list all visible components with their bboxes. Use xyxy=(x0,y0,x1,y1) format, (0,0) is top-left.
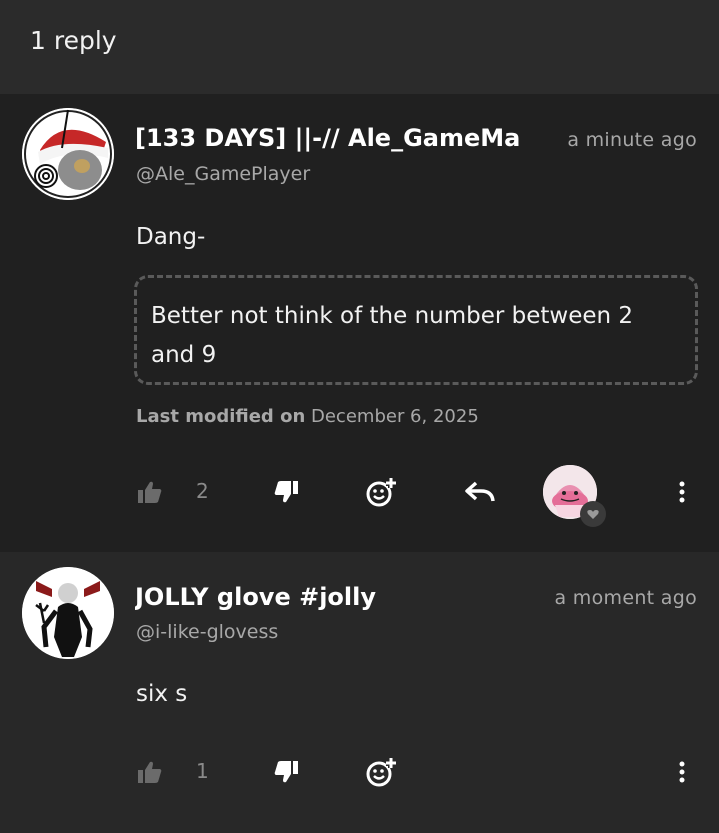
last-modified-label: Last modified on xyxy=(136,406,306,427)
comment-2: JOLLY glove #jolly a moment ago @i-like-… xyxy=(0,552,719,833)
avatar-image xyxy=(22,567,114,659)
comment-text: six s xyxy=(136,681,188,707)
author-name[interactable]: [133 DAYS] ||-// Ale_GameMa xyxy=(135,124,535,152)
like-count: 2 xyxy=(196,479,209,503)
last-modified-date: December 6, 2025 xyxy=(311,406,479,427)
quoted-text: Better not think of the number between 2… xyxy=(134,275,698,385)
replies-count-title: 1 reply xyxy=(30,26,117,55)
author-handle[interactable]: @Ale_GamePlayer xyxy=(136,163,310,185)
thumbs-up-icon[interactable] xyxy=(136,747,164,797)
comment-actions: 1 xyxy=(0,747,719,797)
timestamp[interactable]: a minute ago xyxy=(567,129,697,151)
avatar[interactable] xyxy=(22,108,114,200)
more-vertical-icon[interactable] xyxy=(672,747,692,797)
add-reaction-icon[interactable] xyxy=(364,747,398,797)
comment-text: Dang- xyxy=(136,224,206,250)
last-modified: Last modified on December 6, 2025 xyxy=(136,406,479,427)
thumbs-up-icon[interactable] xyxy=(136,467,164,517)
more-vertical-icon[interactable] xyxy=(672,467,692,517)
thumbs-down-icon[interactable] xyxy=(272,467,300,517)
author-handle[interactable]: @i-like-glovess xyxy=(136,621,278,643)
add-reaction-icon[interactable] xyxy=(364,467,398,517)
reply-icon[interactable] xyxy=(464,467,496,517)
comment-1: [133 DAYS] ||-// Ale_GameMa a minute ago… xyxy=(0,94,719,552)
like-count: 1 xyxy=(196,759,209,783)
timestamp[interactable]: a moment ago xyxy=(555,587,697,609)
comment-actions: 2 xyxy=(0,465,719,527)
thumbs-down-icon[interactable] xyxy=(272,747,300,797)
avatar[interactable] xyxy=(22,567,114,659)
replies-header: 1 reply xyxy=(0,0,719,94)
heart-icon xyxy=(580,501,606,527)
avatar-image xyxy=(22,108,114,200)
author-name[interactable]: JOLLY glove #jolly xyxy=(135,583,515,611)
